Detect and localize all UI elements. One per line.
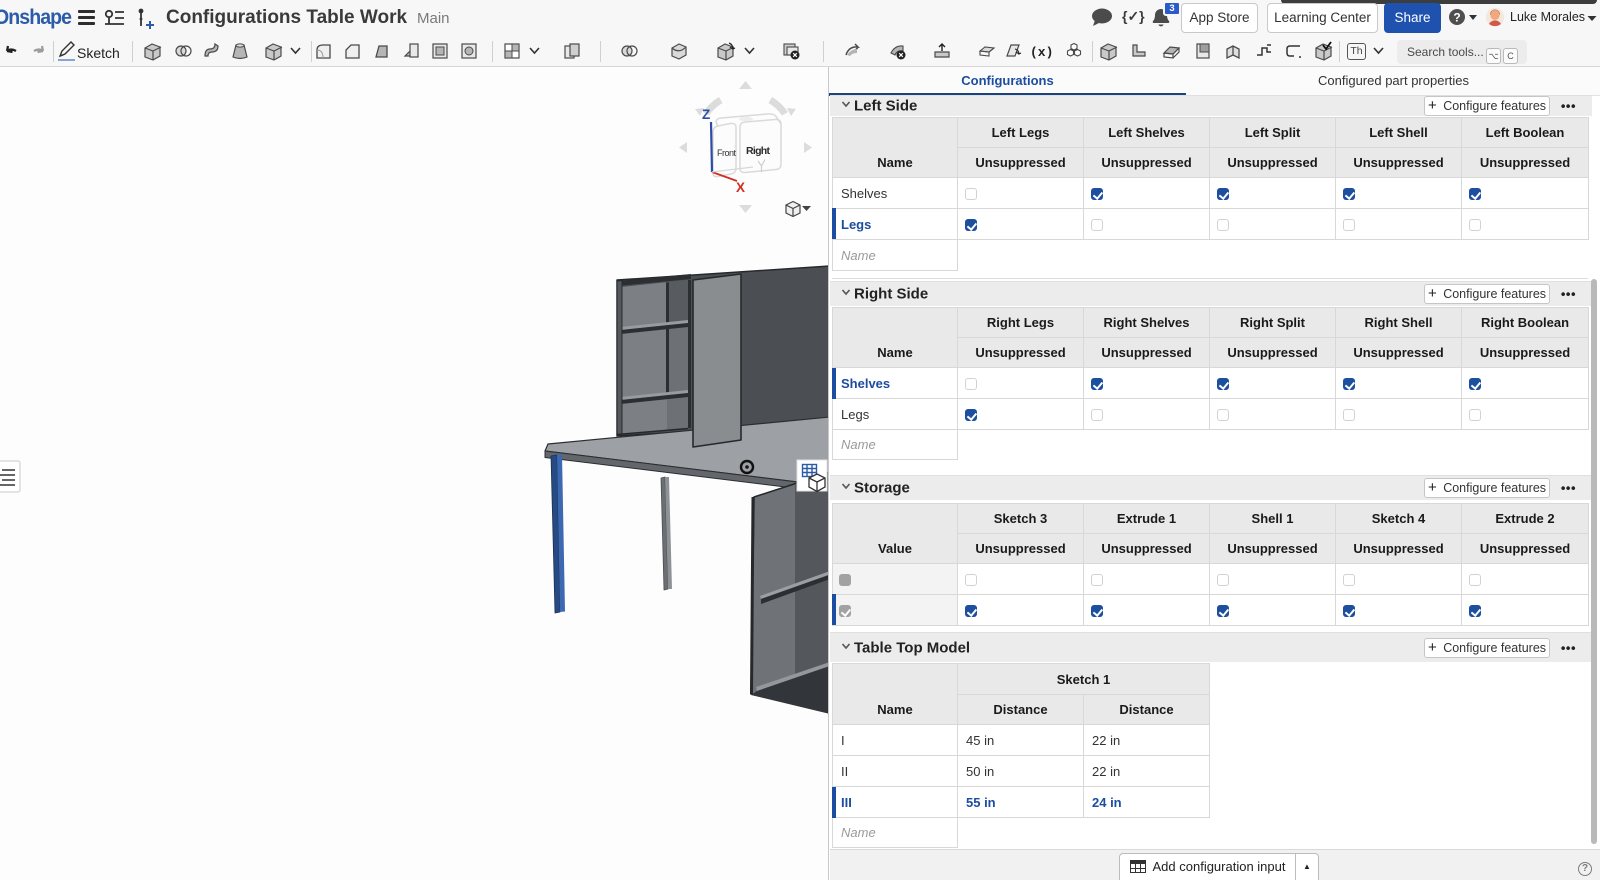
svg-text:(x): (x) (1030, 45, 1053, 60)
svg-text:Right: Right (746, 145, 771, 157)
svg-text:Front: Front (717, 148, 736, 158)
svg-text:Z: Z (702, 107, 710, 122)
svg-text:?: ? (1453, 11, 1460, 25)
svg-text:X: X (736, 180, 745, 195)
